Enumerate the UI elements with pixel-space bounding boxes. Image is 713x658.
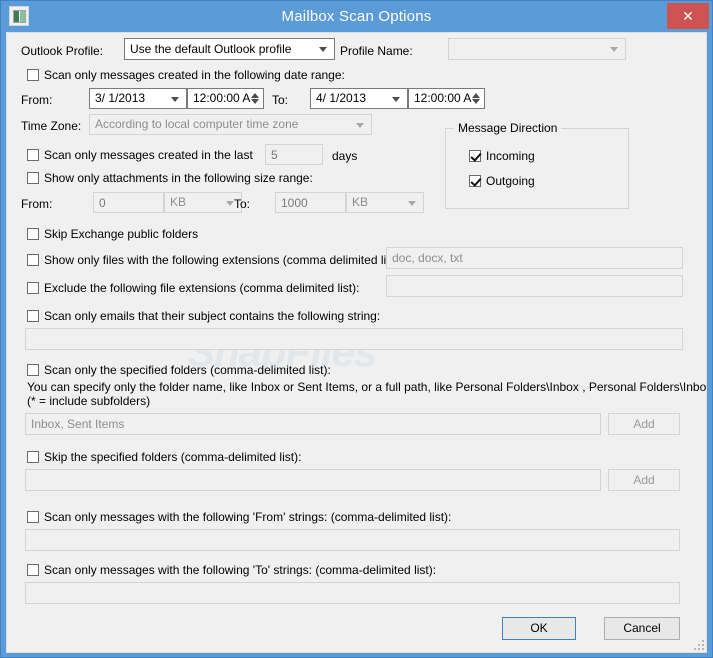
checkbox-box: [27, 149, 39, 161]
date-range-checkbox[interactable]: Scan only messages created in the follow…: [27, 68, 345, 82]
skip-folders-checkbox[interactable]: Skip the specified folders (comma-delimi…: [27, 450, 301, 464]
time-from-spinner[interactable]: 12:00:00 A: [187, 88, 264, 109]
exclude-extensions-label: Exclude the following file extensions (c…: [44, 281, 360, 295]
specified-folders-add-button[interactable]: Add: [608, 413, 680, 435]
time-zone-value: According to local computer time zone: [95, 117, 299, 131]
time-zone-select[interactable]: According to local computer time zone: [89, 114, 372, 135]
chevron-down-icon: [319, 47, 327, 52]
date-to-label: To:: [272, 93, 289, 107]
subject-contains-input[interactable]: [25, 328, 683, 350]
dialog-client-area: SnapFiles Outlook Profile: Use the defau…: [6, 32, 707, 653]
checkbox-box: [27, 228, 39, 240]
to-strings-label: Scan only messages with the following 'T…: [44, 563, 437, 577]
chevron-down-icon: [392, 96, 400, 102]
message-direction-group: Message Direction Incoming Outgoing: [445, 121, 629, 209]
time-from-value: 12:00:00 A: [193, 91, 251, 105]
last-days-input[interactable]: [265, 144, 323, 165]
include-extensions-label: Show only files with the following exten…: [44, 253, 403, 267]
outlook-profile-select[interactable]: Use the default Outlook profile: [124, 38, 335, 60]
chevron-down-icon: [226, 200, 234, 206]
incoming-checkbox[interactable]: Incoming: [469, 149, 535, 163]
spinner-down-icon[interactable]: [472, 99, 480, 104]
skip-public-folders-label: Skip Exchange public folders: [44, 227, 199, 241]
to-strings-checkbox[interactable]: Scan only messages with the following 'T…: [27, 563, 436, 577]
to-strings-input[interactable]: [25, 582, 680, 604]
size-range-checkbox[interactable]: Show only attachments in the following s…: [27, 171, 313, 185]
checkbox-box: [469, 150, 481, 162]
date-to-picker[interactable]: 4/ 1/2013: [310, 88, 408, 109]
skip-folders-label: Skip the specified folders (comma-delimi…: [44, 450, 302, 464]
cancel-button[interactable]: Cancel: [604, 617, 680, 640]
checkbox-box: [27, 451, 39, 463]
time-zone-label: Time Zone:: [21, 119, 82, 133]
exclude-extensions-input[interactable]: [386, 275, 683, 297]
profile-name-label: Profile Name:: [340, 44, 413, 58]
include-extensions-input[interactable]: [386, 247, 683, 269]
size-from-input[interactable]: [93, 192, 164, 213]
exclude-extensions-checkbox[interactable]: Exclude the following file extensions (c…: [27, 281, 359, 295]
time-to-spinner[interactable]: 12:00:00 A: [408, 88, 485, 109]
outgoing-checkbox-label: Outgoing: [486, 174, 535, 188]
chevron-down-icon: [171, 96, 179, 102]
size-to-input[interactable]: [275, 192, 346, 213]
last-days-checkbox[interactable]: Scan only messages created in the last: [27, 148, 253, 162]
checkbox-box: [27, 254, 39, 266]
size-from-label: From:: [21, 197, 53, 211]
date-range-checkbox-label: Scan only messages created in the follow…: [44, 68, 345, 82]
from-strings-input[interactable]: [25, 529, 680, 551]
size-to-unit-select[interactable]: KB: [346, 192, 424, 213]
checkbox-box: [27, 564, 39, 576]
message-direction-title: Message Direction: [454, 121, 562, 135]
spinner-down-icon[interactable]: [251, 99, 259, 104]
window-title: Mailbox Scan Options: [281, 8, 432, 25]
date-from-label: From:: [21, 93, 53, 107]
specified-folders-checkbox[interactable]: Scan only the specified folders (comma-d…: [27, 363, 331, 377]
chevron-down-icon: [356, 122, 364, 128]
close-icon[interactable]: ✕: [667, 3, 709, 29]
outgoing-checkbox[interactable]: Outgoing: [469, 174, 535, 188]
skip-folders-add-button[interactable]: Add: [608, 469, 680, 491]
from-strings-checkbox[interactable]: Scan only messages with the following 'F…: [27, 510, 451, 524]
incoming-checkbox-label: Incoming: [486, 149, 535, 163]
outlook-profile-label: Outlook Profile:: [21, 44, 104, 58]
checkbox-box: [27, 282, 39, 294]
spinner-up-icon[interactable]: [472, 93, 480, 98]
last-days-unit-label: days: [332, 149, 358, 163]
spinner-arrows[interactable]: [470, 90, 482, 107]
spinner-arrows[interactable]: [249, 90, 261, 107]
specified-folders-help-line2: (* = include subfolders): [27, 394, 151, 408]
specified-folders-label: Scan only the specified folders (comma-d…: [44, 363, 331, 377]
specified-folders-help-line1: You can specify only the folder name, li…: [27, 380, 707, 394]
checkbox-box: [469, 175, 481, 187]
ok-button[interactable]: OK: [502, 617, 576, 640]
subject-contains-checkbox[interactable]: Scan only emails that their subject cont…: [27, 309, 380, 323]
last-days-checkbox-label: Scan only messages created in the last: [44, 148, 253, 162]
chevron-down-icon: [610, 47, 618, 52]
checkbox-box: [27, 172, 39, 184]
size-to-label: To:: [234, 197, 251, 211]
checkbox-box: [27, 69, 39, 81]
from-strings-label: Scan only messages with the following 'F…: [44, 510, 452, 524]
profile-name-select[interactable]: [448, 38, 626, 60]
size-from-unit-select[interactable]: KB: [164, 192, 242, 213]
size-range-checkbox-label: Show only attachments in the following s…: [44, 171, 313, 185]
skip-folders-input[interactable]: [25, 469, 601, 491]
specified-folders-input[interactable]: [25, 413, 601, 435]
title-bar: Mailbox Scan Options ✕: [1, 1, 712, 32]
checkbox-box: [27, 310, 39, 322]
chevron-down-icon: [408, 200, 416, 206]
subject-contains-label: Scan only emails that their subject cont…: [44, 309, 381, 323]
checkbox-box: [27, 364, 39, 376]
include-extensions-checkbox[interactable]: Show only files with the following exten…: [27, 253, 403, 267]
mailbox-scan-options-window: Mailbox Scan Options ✕ SnapFiles Outlook…: [0, 0, 713, 658]
spinner-up-icon[interactable]: [251, 93, 259, 98]
resize-grip[interactable]: [692, 638, 704, 650]
time-to-value: 12:00:00 A: [414, 91, 472, 105]
outlook-profile-value: Use the default Outlook profile: [130, 42, 292, 56]
checkbox-box: [27, 511, 39, 523]
skip-public-folders-checkbox[interactable]: Skip Exchange public folders: [27, 227, 198, 241]
date-from-picker[interactable]: 3/ 1/2013: [89, 88, 187, 109]
